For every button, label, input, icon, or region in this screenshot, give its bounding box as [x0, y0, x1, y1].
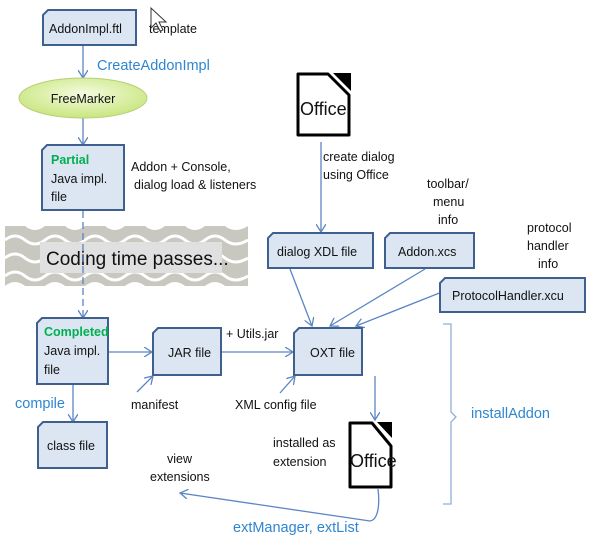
partial-note-2: dialog load & listeners	[134, 178, 256, 192]
addon-xcs-label: Addon.xcs	[398, 245, 456, 259]
create-dialog-1: create dialog	[323, 150, 395, 164]
libreoffice-document-icon: Office	[348, 421, 397, 489]
protocol-info-2: handler	[527, 239, 569, 253]
node-partial-java: Partial Java impl. file	[41, 144, 125, 211]
node-protocol-handler: ProtocolHandler.xcu	[439, 277, 586, 313]
coding-time-label: Coding time passes...	[46, 249, 229, 270]
toolbar-info-2: menu	[433, 195, 464, 209]
node-addon-xcs: Addon.xcs	[384, 232, 475, 269]
node-jar-file: JAR file	[152, 327, 222, 376]
partial-status: Partial	[51, 153, 89, 167]
install-brace	[443, 323, 457, 505]
node-completed-java: Completed Java impl. file	[36, 317, 109, 385]
completed-line2: file	[44, 363, 60, 377]
view-extensions-1: view	[167, 452, 193, 466]
toolbar-info-1: toolbar/	[427, 177, 469, 191]
protocol-handler-label: ProtocolHandler.xcu	[452, 289, 564, 303]
protocol-info-3: info	[538, 257, 558, 271]
installed-as-2: extension	[273, 455, 327, 469]
compile-label: compile	[15, 396, 65, 412]
oxt-file-label: OXT file	[310, 346, 355, 360]
node-template-file: AddonImpl.ftl	[42, 9, 137, 46]
partial-note-1: Addon + Console,	[131, 160, 231, 174]
installed-as-1: installed as	[273, 436, 336, 450]
diagram-canvas: Coding time passes... AddonImpl.ftl temp…	[4, 6, 586, 536]
create-addon-impl-label: CreateAddonImpl	[97, 58, 210, 74]
completed-line1: Java impl.	[44, 344, 100, 358]
toolbar-info-3: info	[438, 213, 458, 227]
view-extensions-2: extensions	[150, 470, 210, 484]
node-oxt-file: OXT file	[293, 327, 363, 376]
office-top-label: Office	[300, 99, 347, 119]
xml-config-label: XML config file	[235, 398, 317, 412]
partial-line1: Java impl.	[51, 172, 107, 186]
install-addon-label: installAddon	[471, 406, 550, 422]
create-dialog-2: using Office	[323, 168, 389, 182]
office-bottom-label: Office	[350, 451, 397, 471]
ext-manager-label: extManager, extList	[233, 520, 359, 536]
utils-jar-label: + Utils.jar	[226, 327, 278, 341]
freemarker-label: FreeMarker	[51, 92, 116, 106]
class-file-label: class file	[47, 439, 95, 453]
manifest-label: manifest	[131, 398, 179, 412]
node-dialog-xdl: dialog XDL file	[267, 232, 374, 269]
completed-status: Completed	[44, 325, 109, 339]
protocol-info-1: protocol	[527, 221, 571, 235]
node-class-file: class file	[37, 421, 108, 469]
dialog-xdl-label: dialog XDL file	[277, 245, 357, 259]
diagram: Coding time passes... AddonImpl.ftl temp…	[0, 0, 597, 546]
libreoffice-document-icon: Office	[296, 72, 351, 137]
node-freemarker: FreeMarker	[18, 77, 148, 119]
coding-time-band: Coding time passes...	[4, 220, 249, 292]
jar-file-label: JAR file	[168, 346, 211, 360]
partial-line2: file	[51, 190, 67, 204]
template-file-label: AddonImpl.ftl	[49, 22, 122, 36]
